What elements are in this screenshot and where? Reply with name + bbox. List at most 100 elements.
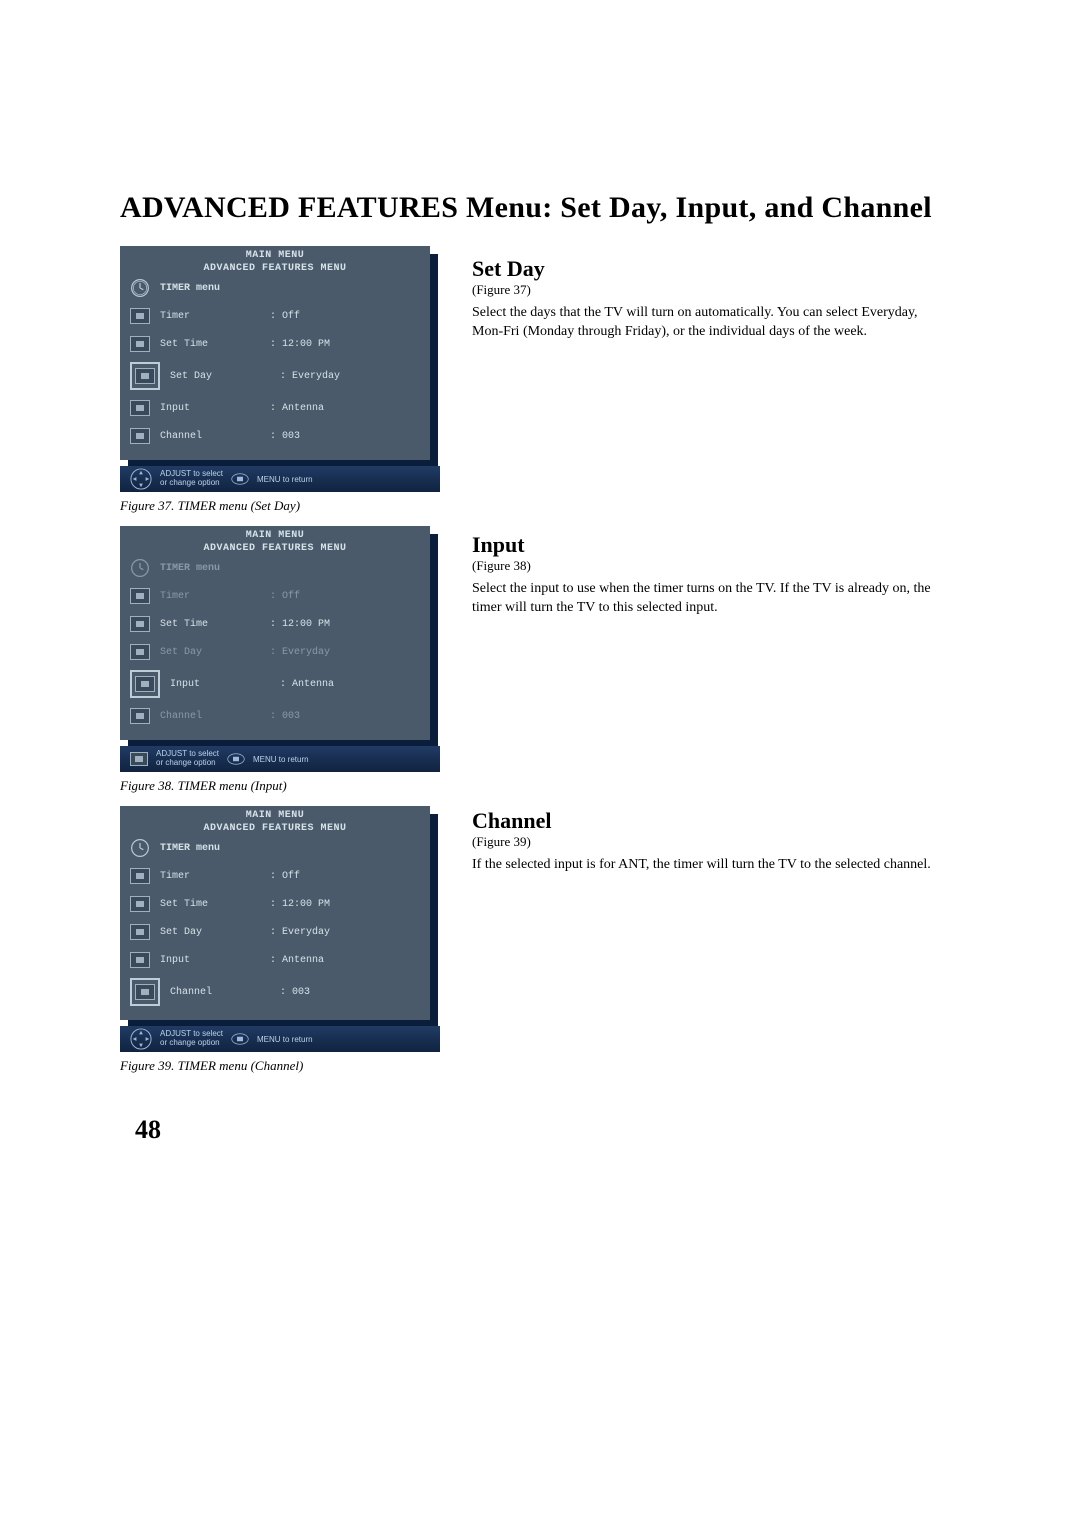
nav-arrows-icon	[130, 1028, 152, 1050]
highlighted-icon	[130, 362, 160, 390]
menu-item-timer[interactable]: Timer : Off	[120, 582, 430, 610]
menu-item-channel[interactable]: Channel : 003	[120, 702, 430, 730]
value-setday: : Everyday	[270, 927, 330, 938]
instr-text: ADJUST to select or change option	[156, 750, 219, 768]
menu-header: MAIN MENU ADVANCED FEATURES MENU	[120, 246, 430, 274]
square-icon	[130, 306, 150, 326]
main-menu-label: MAIN MENU	[246, 250, 305, 261]
value-input: : Antenna	[280, 679, 334, 690]
menu-item-input[interactable]: Input : Antenna	[120, 946, 430, 974]
menu-item-settime[interactable]: Set Time : 12:00 PM	[120, 330, 430, 358]
highlighted-icon	[130, 670, 160, 698]
value-timer: : Off	[270, 871, 300, 882]
instr-line2: or change option	[156, 759, 219, 768]
square-icon	[130, 398, 150, 418]
setday-ref: (Figure 37)	[472, 282, 952, 298]
advanced-menu-label: ADVANCED FEATURES MENU	[120, 823, 430, 834]
caption-fig39: Figure 39. TIMER menu (Channel)	[120, 1058, 440, 1074]
menu-item-settime[interactable]: Set Time : 12:00 PM	[120, 610, 430, 638]
instruction-bar-39: ADJUST to select or change option MENU t…	[120, 1026, 440, 1052]
channel-heading: Channel	[472, 808, 952, 834]
instruction-bar-37: ADJUST to select or change option MENU t…	[120, 466, 440, 492]
channel-body: If the selected input is for ANT, the ti…	[472, 856, 952, 875]
label-settime: Set Time	[160, 899, 260, 910]
figures-column: MAIN MENU ADVANCED FEATURES MENU TIMER m…	[120, 246, 440, 1086]
figure-37-menu: MAIN MENU ADVANCED FEATURES MENU TIMER m…	[120, 246, 430, 460]
instr-line2: or change option	[160, 479, 223, 488]
menu-item-timer[interactable]: Timer : Off	[120, 862, 430, 890]
setday-heading: Set Day	[472, 256, 952, 282]
instr-text: ADJUST to select or change option	[160, 1030, 223, 1048]
section-input: Input (Figure 38) Select the input to us…	[472, 532, 952, 618]
menu-item-channel[interactable]: Channel : 003	[120, 422, 430, 450]
caption-fig37: Figure 37. TIMER menu (Set Day)	[120, 498, 440, 514]
instr-line1: ADJUST to select	[160, 1029, 223, 1038]
value-setday: : Everyday	[280, 371, 340, 382]
menu-header: MAIN MENU ADVANCED FEATURES MENU	[120, 806, 430, 834]
value-input: : Antenna	[270, 403, 324, 414]
instr-menu: MENU to return	[253, 755, 309, 764]
value-timer: : Off	[270, 311, 300, 322]
section-setday: Set Day (Figure 37) Select the days that…	[472, 256, 952, 342]
menu-item-settime[interactable]: Set Time : 12:00 PM	[120, 890, 430, 918]
timer-menu-title: TIMER menu	[160, 563, 260, 574]
value-channel: : 003	[270, 431, 300, 442]
value-timer: : Off	[270, 591, 300, 602]
instr-line2: or change option	[160, 1039, 223, 1048]
main-menu-label: MAIN MENU	[246, 530, 305, 541]
value-settime: : 12:00 PM	[270, 619, 330, 630]
clock-icon	[130, 278, 150, 298]
value-settime: : 12:00 PM	[270, 339, 330, 350]
channel-ref: (Figure 39)	[472, 834, 952, 850]
page-title: ADVANCED FEATURES Menu: Set Day, Input, …	[120, 190, 960, 226]
timer-menu-title-row: TIMER menu	[120, 554, 430, 582]
menu-item-setday[interactable]: Set Day : Everyday	[120, 918, 430, 946]
instr-menu: MENU to return	[257, 475, 313, 484]
menu-item-setday[interactable]: Set Day : Everyday	[120, 358, 430, 394]
menu-button-icon	[231, 1033, 249, 1045]
label-channel: Channel	[170, 987, 270, 998]
square-icon	[130, 614, 150, 634]
square-icon	[130, 866, 150, 886]
menu-item-timer[interactable]: Timer : Off	[120, 302, 430, 330]
input-ref: (Figure 38)	[472, 558, 952, 574]
instr-line1: ADJUST to select	[160, 469, 223, 478]
instr-text: ADJUST to select or change option	[160, 470, 223, 488]
square-icon	[130, 426, 150, 446]
value-settime: : 12:00 PM	[270, 899, 330, 910]
value-setday: : Everyday	[270, 647, 330, 658]
label-settime: Set Time	[160, 339, 260, 350]
timer-menu-title: TIMER menu	[160, 843, 260, 854]
input-heading: Input	[472, 532, 952, 558]
value-channel: : 003	[270, 711, 300, 722]
advanced-menu-label: ADVANCED FEATURES MENU	[120, 543, 430, 554]
square-icon	[130, 950, 150, 970]
caption-fig38: Figure 38. TIMER menu (Input)	[120, 778, 440, 794]
advanced-menu-label: ADVANCED FEATURES MENU	[120, 263, 430, 274]
value-channel: : 003	[280, 987, 310, 998]
timer-menu-title: TIMER menu	[160, 283, 260, 294]
clock-icon	[130, 838, 150, 858]
instruction-bar-38: ADJUST to select or change option MENU t…	[120, 746, 440, 772]
figure-39-menu: MAIN MENU ADVANCED FEATURES MENU TIMER m…	[120, 806, 430, 1020]
timer-menu-title-row: TIMER menu	[120, 834, 430, 862]
menu-item-input[interactable]: Input : Antenna	[120, 394, 430, 422]
instr-line1: ADJUST to select	[156, 749, 219, 758]
clock-icon	[130, 558, 150, 578]
label-setday: Set Day	[160, 927, 260, 938]
menu-item-setday[interactable]: Set Day : Everyday	[120, 638, 430, 666]
menu-item-input[interactable]: Input : Antenna	[120, 666, 430, 702]
menu-item-channel[interactable]: Channel : 003	[120, 974, 430, 1010]
value-input: : Antenna	[270, 955, 324, 966]
square-icon	[130, 642, 150, 662]
section-channel: Channel (Figure 39) If the selected inpu…	[472, 808, 952, 875]
label-input: Input	[160, 955, 260, 966]
menu-header: MAIN MENU ADVANCED FEATURES MENU	[120, 526, 430, 554]
square-icon	[130, 706, 150, 726]
menu-button-icon	[227, 753, 245, 765]
label-input: Input	[170, 679, 270, 690]
label-setday: Set Day	[170, 371, 270, 382]
square-icon	[130, 334, 150, 354]
label-setday: Set Day	[160, 647, 260, 658]
nav-arrows-icon	[130, 468, 152, 490]
